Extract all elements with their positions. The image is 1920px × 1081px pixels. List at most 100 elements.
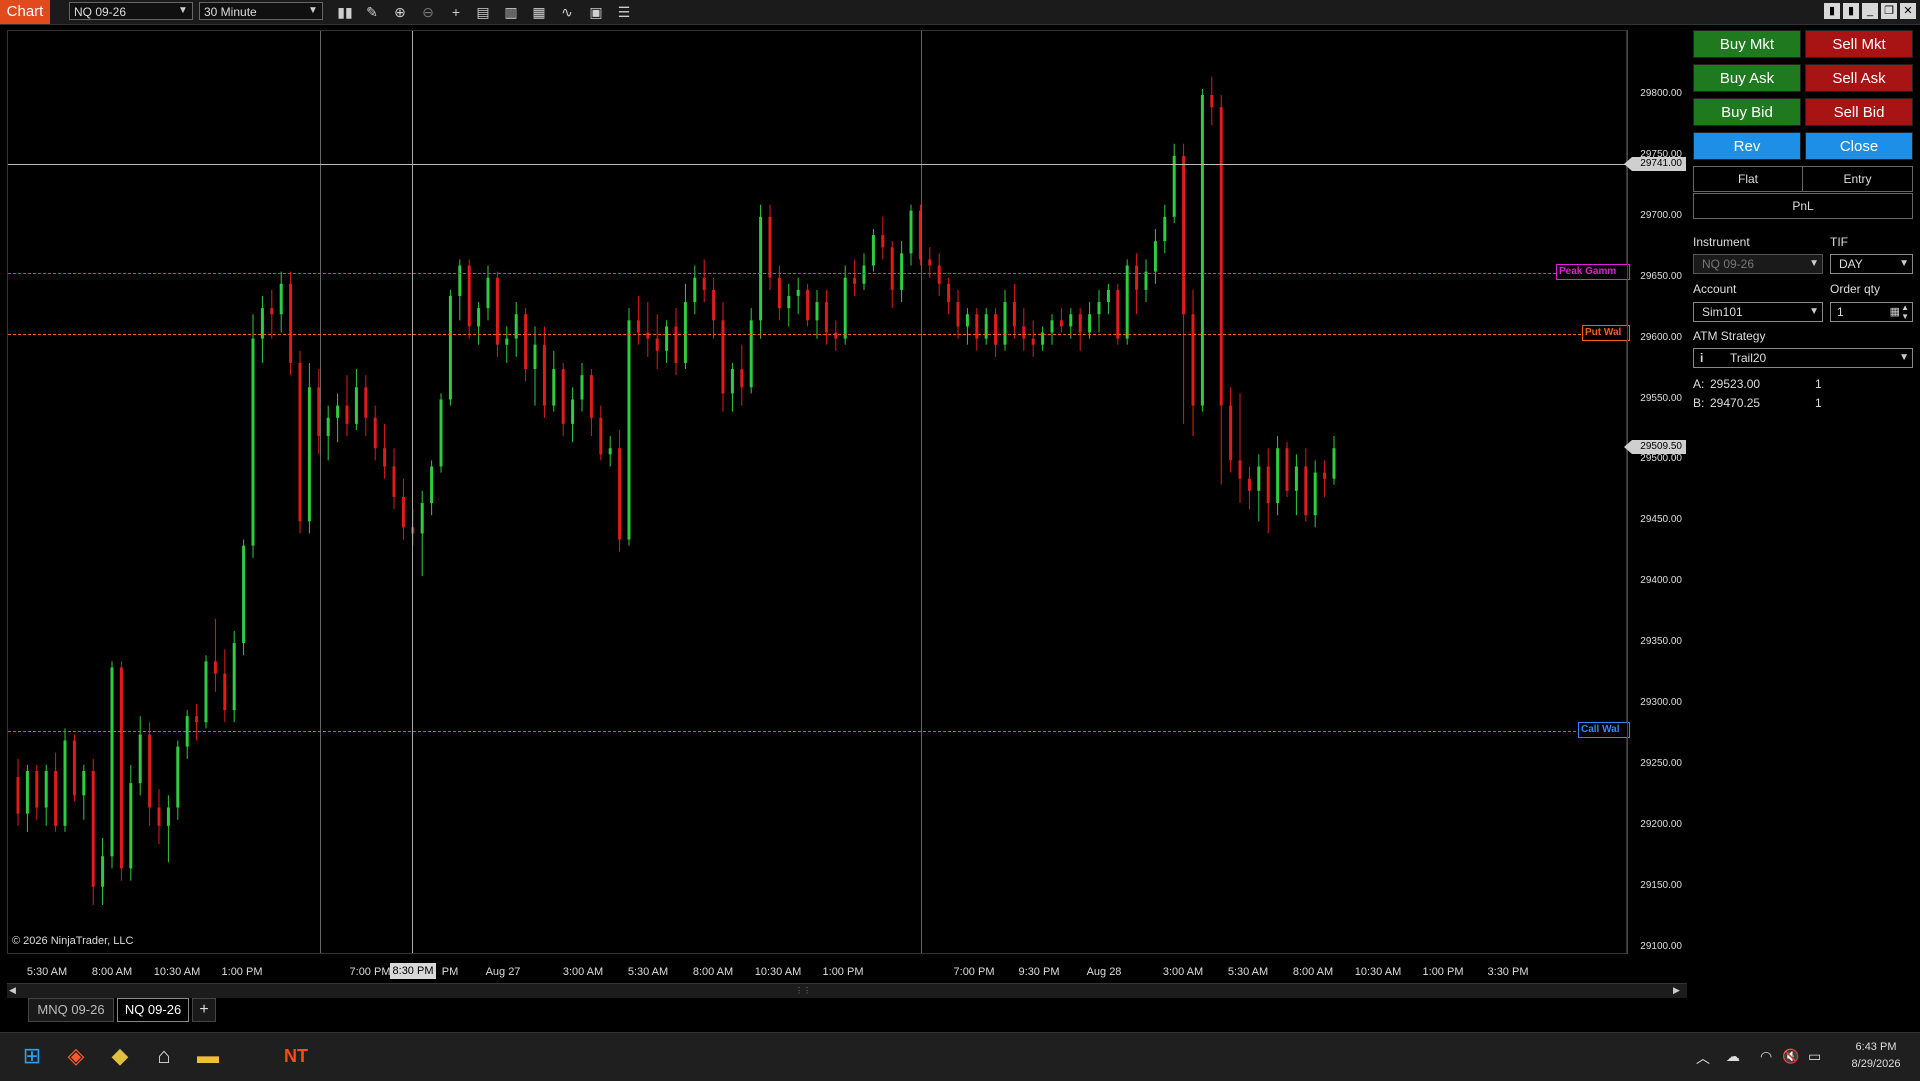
candle-body [101,856,105,887]
candle-body [759,216,763,321]
candle-body [16,777,20,814]
file-explorer-icon[interactable]: ▬ [194,1042,222,1070]
candle-body [91,770,95,887]
horizontal-scrollbar[interactable]: ◀ ▶ ⋮⋮ [7,983,1687,998]
candle-body [354,387,358,424]
title-bar: Chart NQ 09-26 ▼ 30 Minute ▼ ▮▮ ✎ ⊕ ⊖ + … [0,0,1920,25]
time-tick-label: 7:00 PM [349,966,391,978]
candle-body [947,283,951,303]
buy-ask-button[interactable]: Buy Ask [1693,64,1801,92]
tab-nq[interactable]: NQ 09-26 [117,998,189,1022]
buy-mkt-button[interactable]: Buy Mkt [1693,30,1801,58]
info-icon[interactable]: i [1700,349,1703,367]
candle-body [862,265,866,284]
price-tick-label: 29450.00 [1640,514,1682,526]
chevron-up-icon[interactable]: ︿ [1696,1048,1710,1068]
candle-body [937,265,941,284]
account-select[interactable]: Sim101 ▼ [1693,302,1823,322]
price-tick-label: 29300.00 [1640,697,1682,708]
sell-ask-button[interactable]: Sell Ask [1805,64,1913,92]
qty-stepper-icon[interactable]: ▲ ▼ [1901,303,1909,321]
candle-body [618,448,622,540]
chevron-down-icon: ▼ [1809,306,1819,317]
candle-body [552,369,556,406]
chart-panel[interactable] [7,30,1627,954]
candle-body [505,338,509,345]
candle-body [796,289,800,296]
instrument-label: Instrument [1693,235,1750,249]
candle-body [25,770,29,814]
tab-mnq[interactable]: MNQ 09-26 [28,998,114,1022]
candle-body [35,770,39,808]
scroll-right-icon[interactable]: ▶ [1673,985,1680,996]
order-qty-input[interactable]: 1 ▦ ▲ ▼ [1830,302,1913,322]
atm-strategy-select[interactable]: i Trail20 ▼ [1693,348,1913,368]
close-position-button[interactable]: Close [1805,132,1913,160]
candle-body [1106,289,1110,303]
candle-body [373,417,377,449]
scroll-left-icon[interactable]: ◀ [9,985,16,996]
pnl-display[interactable]: PnL [1693,193,1913,219]
tile2-icon[interactable]: ▮ [1843,3,1859,19]
close-icon[interactable]: ✕ [1900,3,1916,19]
windows-start-icon[interactable]: ⊞ [18,1042,46,1070]
pencil-icon[interactable]: ✎ [361,2,383,22]
scroll-grip-icon[interactable]: ⋮⋮ [795,986,811,995]
clock-date[interactable]: 8/29/2026 [1846,1058,1906,1070]
data-series-icon[interactable]: ▦ [528,2,550,22]
time-axis[interactable]: 5:30 AM 8:00 AM 10:30 AM 1:00 PM 7:00 PM PM Au… [0,955,1690,981]
bid-qty: 1 [1815,396,1822,410]
restore-icon[interactable]: ❐ [1881,3,1897,19]
price-tick-label: 29400.00 [1640,575,1682,587]
candle-body [1144,271,1148,290]
entry-button[interactable]: Entry [1802,166,1913,192]
properties-icon[interactable]: ▤ [472,2,494,22]
candle-body [458,265,462,296]
tif-select[interactable]: DAY ▼ [1830,254,1913,274]
volume-mute-icon[interactable]: 🔇 [1782,1048,1799,1065]
templates-icon[interactable]: ▥ [500,2,522,22]
crosshair-icon[interactable]: + [445,2,467,22]
battery-icon[interactable]: ▭ [1808,1048,1821,1065]
chart-trader-icon[interactable]: ☰ [613,2,635,22]
candle-body [524,314,528,370]
strategies-icon[interactable]: ▣ [585,2,607,22]
candle-body [514,314,518,339]
candle-body [420,503,424,534]
chevron-down-icon: ▼ [1899,352,1909,363]
sell-mkt-button[interactable]: Sell Mkt [1805,30,1913,58]
candlestick-plot [16,76,1336,905]
zoom-out-icon[interactable]: ⊖ [417,2,439,22]
candle-body [777,277,781,309]
minimize-icon[interactable]: _ [1862,3,1878,19]
candle-body [1313,472,1317,516]
candle-body [1200,95,1204,406]
clock-time[interactable]: 6:43 PM [1846,1041,1906,1053]
wifi-icon[interactable]: ◠ [1760,1048,1772,1065]
interval-selector[interactable]: 30 Minute ▼ [199,2,323,20]
buy-bid-button[interactable]: Buy Bid [1693,98,1801,126]
add-tab-button[interactable]: + [192,998,216,1022]
candle-body [1069,314,1073,327]
atm-strategy-label: ATM Strategy [1693,329,1766,343]
indicators-icon[interactable]: ∿ [556,2,578,22]
cloud-icon[interactable]: ☁ [1726,1048,1740,1065]
candle-body [1191,314,1195,406]
flat-button[interactable]: Flat [1693,166,1803,192]
tile-icon[interactable]: ▮ [1824,3,1840,19]
zoom-in-icon[interactable]: ⊕ [389,2,411,22]
candle-body [1304,466,1308,516]
brave-browser-icon[interactable]: ◈ [62,1042,90,1070]
time-tick-label: Aug 28 [1086,966,1122,978]
instrument-selector[interactable]: NQ 09-26 ▼ [69,2,193,20]
calculator-icon[interactable]: ▦ [1890,303,1900,321]
time-tick-label: 1:00 PM [822,966,864,978]
rev-button[interactable]: Rev [1693,132,1801,160]
bar-type-icon[interactable]: ▮▮ [334,2,356,22]
app-diamond-icon[interactable]: ◆ [106,1042,134,1070]
candle-body [589,375,593,418]
ninjatrader-icon[interactable]: NT [282,1042,310,1070]
bank-icon[interactable]: ⌂ [150,1042,178,1070]
instrument-field[interactable]: NQ 09-26 ▼ [1693,254,1823,274]
sell-bid-button[interactable]: Sell Bid [1805,98,1913,126]
